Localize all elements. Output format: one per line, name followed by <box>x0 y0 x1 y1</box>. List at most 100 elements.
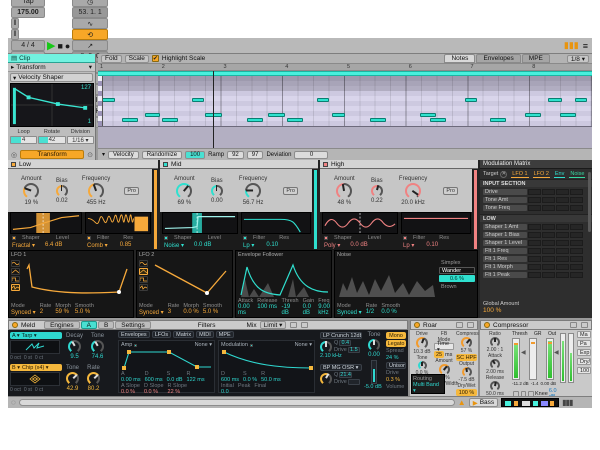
device-on-toggle[interactable] <box>414 322 420 328</box>
midi-note[interactable] <box>525 113 541 117</box>
transform-tool-select[interactable]: ▾Velocity Shaper <box>10 73 93 82</box>
lfo-rate[interactable]: Rate2 <box>40 303 52 316</box>
hot-swap-icon[interactable] <box>570 322 577 328</box>
fb-time-value[interactable]: 25 <box>434 351 444 358</box>
engine-b-icon[interactable] <box>10 372 60 386</box>
amp-slope-param[interactable]: R Slope22 % <box>168 383 188 395</box>
midi-note[interactable] <box>465 98 477 102</box>
square-wave-icon[interactable] <box>139 276 148 283</box>
deviation-value[interactable]: 0 <box>294 151 328 159</box>
threshold-meter[interactable] <box>512 338 520 380</box>
midi-note[interactable] <box>162 118 178 122</box>
engine-a-select[interactable]: A ▾Tarp ▾ <box>10 332 62 339</box>
filter-a-type-select[interactable]: LP Crunch 12dB ▾ <box>320 332 362 339</box>
matrix-row-label[interactable]: Shaper 1 Level <box>483 240 527 246</box>
velocity-shaper-graph[interactable]: 127 1 <box>10 83 94 127</box>
triangle-wave-icon[interactable] <box>139 268 148 275</box>
filter-a-drive[interactable]: 1.5 <box>348 347 360 353</box>
menu-icon[interactable]: ≡ <box>582 41 589 51</box>
compressor-side-control[interactable]: Exp <box>577 349 591 356</box>
matrix-cell[interactable] <box>528 272 541 278</box>
shaper-type-select[interactable]: Poly ▾ <box>324 242 340 249</box>
bias-knob-group[interactable]: Bias0.00 <box>211 178 223 204</box>
hot-swap-icon[interactable] <box>290 322 297 328</box>
matrix-scrollbar[interactable] <box>588 172 591 232</box>
matrix-cell[interactable] <box>570 224 583 230</box>
matrix-cell[interactable] <box>528 248 541 254</box>
meter-value[interactable]: -11.2 dB <box>512 381 529 386</box>
amp-route-select[interactable]: None ▾ <box>195 342 212 348</box>
band-scrollbar[interactable] <box>153 169 158 250</box>
env-section-tab[interactable]: Envelopes <box>118 331 150 338</box>
envelope-follower-param[interactable]: Release100 ms <box>257 298 277 316</box>
filter-b-freq-knob[interactable] <box>320 373 332 385</box>
noise-display[interactable] <box>337 259 437 299</box>
filter-display[interactable] <box>241 212 311 234</box>
mix-tone-knob[interactable]: Tone0.00 <box>364 332 384 358</box>
matrix-cell[interactable] <box>528 240 541 246</box>
legato-button[interactable]: Legato <box>386 340 406 347</box>
division-select[interactable]: 1/16 ▾ <box>67 136 94 144</box>
compressor-side-control[interactable]: Pa <box>577 340 591 347</box>
meld-tab[interactable]: A <box>81 321 97 329</box>
triangle-wave-icon[interactable] <box>11 268 20 275</box>
band-low-header[interactable]: Low <box>8 160 158 169</box>
mod-dsr-param[interactable]: D600 ms <box>221 371 239 383</box>
shaper-display[interactable] <box>322 212 398 234</box>
midi-note[interactable] <box>548 98 562 102</box>
lfo-smooth[interactable]: Smooth5.0 % <box>203 303 222 316</box>
oct-value[interactable]: 0 oct <box>10 387 21 393</box>
env-section-tab[interactable]: MPE <box>216 331 234 338</box>
roar-tone-knob[interactable] <box>418 361 427 370</box>
frequency-knob-group[interactable]: Frequency20.0 kHz <box>399 176 427 206</box>
amount-knob-group[interactable]: Amount69 % <box>174 176 195 206</box>
env-section-tab[interactable]: MIDI <box>196 331 214 338</box>
midi-note[interactable] <box>192 98 204 102</box>
mix-level-value[interactable]: -5.0 dB <box>364 384 382 390</box>
compressor-side-control[interactable]: Dry/W <box>577 358 591 365</box>
matrix-cell[interactable] <box>570 256 583 262</box>
random-wave-icon[interactable] <box>139 284 148 291</box>
matrix-source-tab[interactable]: Env <box>554 171 565 178</box>
matrix-cell[interactable] <box>556 248 569 254</box>
ct-value[interactable]: 0 ct <box>35 355 43 361</box>
lfo-rate[interactable]: Rate3 <box>168 303 180 316</box>
mod-level-param[interactable]: Final <box>254 383 266 395</box>
matrix-cell[interactable] <box>570 240 583 246</box>
matrix-cell[interactable] <box>570 272 583 278</box>
compress-knob[interactable] <box>461 337 472 348</box>
frequency-knob-group[interactable]: Frequency56.7 Hz <box>239 176 267 206</box>
piano-roll[interactable]: 12345678 <box>98 64 592 148</box>
fold-button[interactable]: Fold <box>101 55 122 63</box>
transform-section-header[interactable]: ▸Transform▾ <box>8 63 95 72</box>
mix-drive-value[interactable]: 0.3 % <box>386 377 406 383</box>
device-on-toggle[interactable] <box>484 322 490 328</box>
filter-type-select[interactable]: Lp ▾ <box>403 242 414 249</box>
res-value[interactable]: 0.10 <box>426 242 438 249</box>
midi-note[interactable] <box>420 113 436 117</box>
save-preset-icon[interactable] <box>581 322 588 328</box>
st-value[interactable]: 0 st <box>24 387 32 393</box>
matrix-source-tab[interactable]: Noise <box>569 171 585 178</box>
arrangement-scrollbar[interactable] <box>19 399 455 406</box>
amount-knob-group[interactable]: Amount19 % <box>21 176 42 206</box>
level-value[interactable]: 0.0 dB <box>194 242 211 249</box>
bias-knob-group[interactable]: Bias0.22 <box>371 178 383 204</box>
grid-setting[interactable]: 1/8 ▾ <box>567 55 589 63</box>
midi-note[interactable] <box>560 113 576 117</box>
clip-overview[interactable] <box>501 398 559 407</box>
output-knob[interactable] <box>462 367 472 377</box>
st-value[interactable]: 0 st <box>24 355 32 361</box>
compressor-side-control[interactable]: 100 % <box>577 367 591 374</box>
threshold-handle[interactable]: ◀ <box>521 349 526 356</box>
loop-value[interactable]: 4 <box>10 136 37 144</box>
filter-type-select[interactable]: Comb ▾ <box>87 242 108 249</box>
clip-title-bar[interactable]: ▤Clip <box>8 54 95 63</box>
matrix-cell[interactable] <box>542 256 555 262</box>
ramp-end-value[interactable]: 97 <box>247 151 264 159</box>
bias-knob-group[interactable]: Bias0.02 <box>56 178 68 204</box>
save-preset-icon[interactable] <box>301 322 308 328</box>
pro-button[interactable]: Pro <box>124 187 139 195</box>
matrix-row-label[interactable]: Drive <box>483 189 527 195</box>
matrix-cell[interactable] <box>570 264 583 270</box>
